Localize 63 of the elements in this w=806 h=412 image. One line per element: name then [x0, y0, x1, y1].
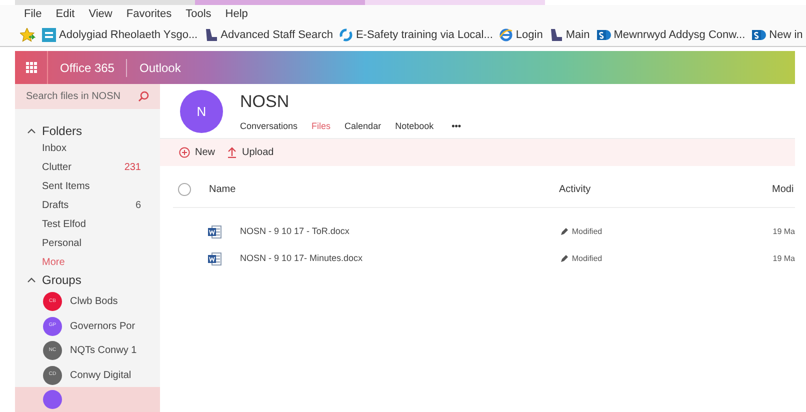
modified-date: 19 Ma — [772, 226, 795, 238]
tab[interactable]: Notebook — [395, 120, 434, 134]
folder-item[interactable]: Personal — [15, 234, 160, 253]
group-item[interactable] — [15, 387, 160, 412]
tab[interactable]: Conversations — [240, 120, 298, 134]
folder-count: 6 — [135, 198, 141, 213]
favorite-link[interactable]: Login — [516, 26, 543, 44]
group-avatar: N — [180, 90, 223, 133]
pencil-icon — [560, 227, 569, 236]
tab[interactable]: Calendar — [344, 120, 382, 134]
pencil-icon — [560, 254, 569, 263]
column-header[interactable]: Modi — [772, 182, 794, 197]
favorite-link[interactable]: Adolygiad Rheolaeth Ysgo... — [59, 26, 198, 44]
menu-item[interactable]: Edit — [56, 6, 75, 23]
file-name[interactable]: NOSN - 9 10 17 - ToR.docx — [240, 224, 560, 238]
select-all-checkbox[interactable] — [178, 183, 191, 196]
menu-item[interactable]: Help — [225, 6, 248, 23]
search-icon[interactable] — [138, 91, 149, 102]
toolbar-button[interactable]: New — [179, 145, 216, 160]
browser-icon — [498, 28, 513, 42]
group-title: NOSN — [240, 91, 290, 113]
folder-item[interactable]: Drafts 6 — [15, 196, 160, 215]
upload-icon — [227, 147, 238, 158]
app-name[interactable]: Outlook — [139, 58, 181, 76]
chevron-icon[interactable] — [27, 128, 36, 134]
ring-icon — [338, 28, 353, 42]
plus-circle-icon — [179, 147, 190, 158]
menu-item[interactable]: File — [24, 6, 42, 23]
activity-text: Modified — [572, 226, 604, 238]
favorite-link[interactable]: New in — [769, 26, 803, 44]
word-document-icon — [208, 224, 222, 238]
folder-count: 231 — [124, 161, 141, 176]
activity-text: Modified — [572, 252, 604, 264]
tab[interactable]: Files — [312, 120, 331, 134]
favorite-link[interactable]: Mewnrwyd Addysg Conw... — [614, 26, 746, 44]
more-button[interactable]: ••• — [452, 120, 462, 134]
column-header[interactable]: Activity — [559, 182, 772, 197]
favorites-star-icon[interactable] — [20, 28, 36, 42]
folder-item[interactable]: Test Elfod — [15, 214, 160, 234]
search-input[interactable]: Search files in NOSN — [26, 89, 136, 104]
folder-item[interactable]: Sent Items — [15, 177, 160, 196]
folder-item[interactable]: Clutter 231 — [15, 158, 160, 178]
section-heading[interactable]: Folders — [42, 122, 82, 140]
file-name[interactable]: NOSN - 9 10 17- Minutes.docx — [240, 252, 560, 266]
file-row[interactable]: NOSN - 9 10 17- Minutes.docx Modified 19 Ma — [208, 245, 795, 272]
folder-item[interactable]: Inbox — [15, 139, 160, 158]
toolbar-button[interactable]: Upload — [227, 145, 274, 160]
suite-name[interactable]: Office 365 — [60, 58, 114, 76]
modified-date: 19 Ma — [772, 252, 795, 264]
section-heading[interactable]: Groups — [42, 271, 82, 290]
favorite-link[interactable]: E-Safety training via Local... — [356, 26, 493, 44]
tile-icon — [42, 28, 56, 42]
menu-item[interactable]: Tools — [186, 6, 212, 23]
waffle-icon — [26, 62, 36, 73]
file-row[interactable]: NOSN - 9 10 17 - ToR.docx Modified 19 Ma — [208, 218, 795, 245]
favorite-link[interactable]: Advanced Staff Search — [220, 26, 333, 44]
menu-item[interactable]: Favorites — [126, 6, 172, 23]
chevron-icon[interactable] — [27, 277, 36, 284]
column-header[interactable]: Name — [209, 182, 559, 197]
word-document-icon — [208, 252, 222, 266]
favorite-link[interactable]: Main — [566, 26, 590, 44]
search-field[interactable]: Search files in NOSN — [15, 84, 160, 110]
menu-item[interactable]: View — [88, 6, 112, 23]
